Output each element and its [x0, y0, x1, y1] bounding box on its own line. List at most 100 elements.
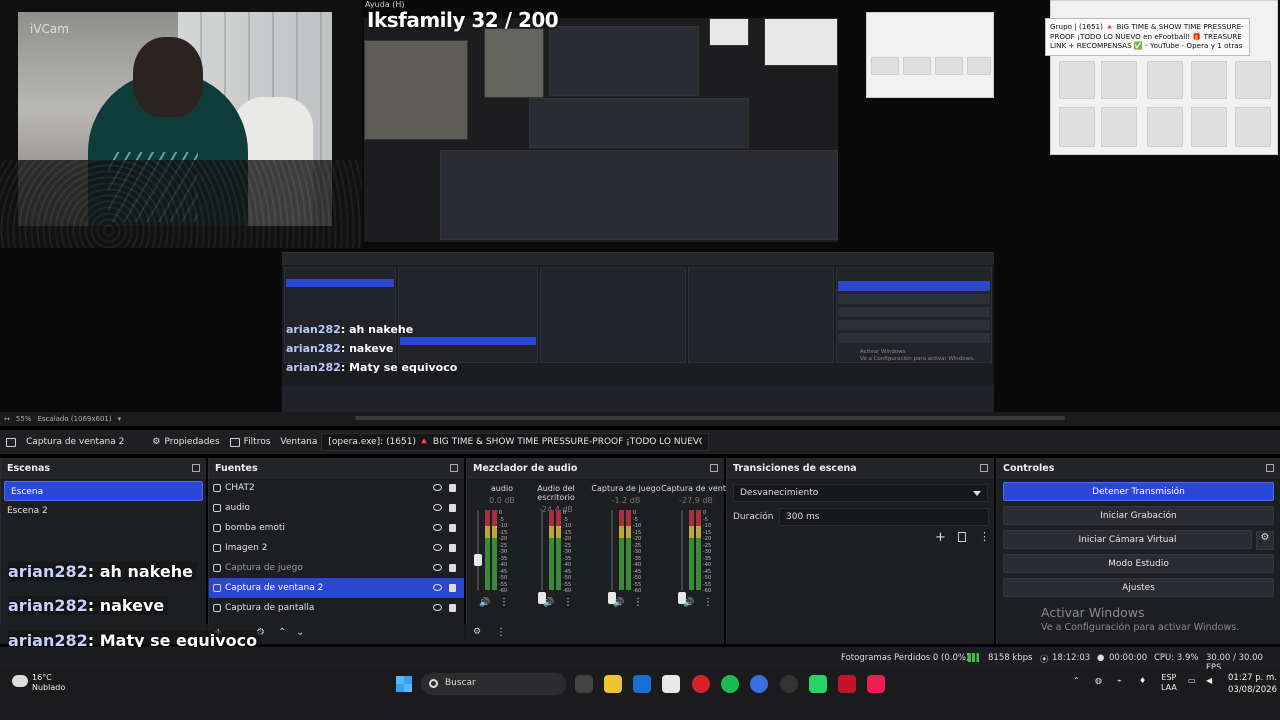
volume-fader-knob[interactable] [474, 554, 482, 566]
chevron-up-icon[interactable]: ⌃ [1073, 676, 1080, 685]
lock-icon[interactable] [449, 584, 456, 592]
volume-icon[interactable]: ◀ [1206, 676, 1212, 685]
chevron-down-icon [973, 491, 981, 496]
eye-icon[interactable] [433, 564, 442, 571]
zoom-level[interactable]: 55% [16, 415, 32, 423]
properties-button[interactable]: ⚙ Propiedades [152, 437, 219, 447]
dock-popout-icon[interactable] [710, 464, 718, 472]
move-down-icon[interactable]: ⌄ [296, 627, 304, 638]
speaker-icon[interactable]: 🔊 [543, 598, 554, 608]
virtual-camera-settings-icon[interactable]: ⚙ [1256, 531, 1274, 550]
weather-widget[interactable]: 16°C Nublado [10, 673, 65, 693]
chevron-down-icon[interactable]: ▾ [118, 415, 122, 423]
eye-icon[interactable] [433, 544, 442, 551]
source-item[interactable]: Imagen 2 [209, 538, 464, 558]
level-meter [626, 510, 631, 590]
scale-mode[interactable]: Escalado (1069x601) [37, 415, 111, 423]
monitor-icon[interactable]: ▭ [1188, 676, 1196, 685]
channel-more-icon[interactable]: ⋮ [563, 597, 573, 608]
sources-title: Fuentes [209, 458, 464, 478]
microphone-icon[interactable]: ♦ [1139, 676, 1146, 685]
store-icon[interactable] [662, 675, 680, 693]
source-item[interactable]: CHAT2 [209, 478, 464, 498]
channel-more-icon[interactable]: ⋮ [499, 597, 509, 608]
obs-desktop: iVCam Ayuda (H) Iksfamily 32 / 200 Grupo… [0, 0, 1280, 720]
live-icon: ⦿ [1040, 655, 1049, 665]
tiktok-icon[interactable] [867, 675, 885, 693]
volume-fader[interactable] [611, 510, 613, 590]
scene-item[interactable]: Escena [4, 481, 203, 501]
source-item[interactable]: Captura de pantalla [209, 598, 464, 618]
source-item[interactable]: Captura de ventana 2 [209, 578, 464, 598]
dock-popout-icon[interactable] [192, 464, 200, 472]
lock-icon[interactable] [449, 604, 456, 612]
taskbar-clock[interactable]: 01:27 p. m. 03/08/2026 [1228, 672, 1277, 696]
eye-icon[interactable] [433, 524, 442, 531]
filters-button[interactable]: Filtros [229, 437, 270, 447]
more-icon[interactable]: ⋮ [979, 530, 990, 543]
lock-icon[interactable] [449, 484, 456, 492]
volume-fader[interactable] [477, 510, 479, 590]
duration-input[interactable]: 300 ms [779, 508, 989, 526]
level-meter [549, 510, 554, 590]
speaker-icon[interactable]: 🔊 [613, 598, 624, 608]
mixer-more-icon[interactable]: ⋮ [496, 627, 506, 638]
volume-fader[interactable] [681, 510, 683, 590]
vpn-icon[interactable]: ◍ [1095, 676, 1102, 685]
preview-canvas[interactable]: iVCam Ayuda (H) Iksfamily 32 / 200 Grupo… [0, 0, 1280, 412]
whatsapp-icon[interactable] [809, 675, 827, 693]
eye-icon[interactable] [433, 584, 442, 591]
window-capture-icon [6, 437, 16, 447]
transition-select[interactable]: Desvanecimiento [733, 484, 988, 502]
start-recording-button[interactable]: Iniciar Grabación [1003, 506, 1274, 525]
dropped-frames: Fotogramas Perdidos 0 (0.0%) [841, 653, 970, 663]
eye-icon[interactable] [433, 484, 442, 491]
move-up-icon[interactable]: ⌃ [278, 627, 286, 638]
mixer-advanced-icon[interactable]: ⚙ [473, 627, 481, 637]
channel-more-icon[interactable]: ⋮ [633, 597, 643, 608]
network-off-icon[interactable]: ⌁ [1117, 676, 1122, 685]
studio-mode-button[interactable]: Modo Estudio [1003, 554, 1274, 573]
chrome-icon[interactable] [750, 675, 768, 693]
source-item[interactable]: bomba emoti [209, 518, 464, 538]
lock-icon[interactable] [449, 564, 456, 572]
outlook-icon[interactable] [633, 675, 651, 693]
channel-more-icon[interactable]: ⋮ [703, 597, 713, 608]
lock-icon[interactable] [449, 524, 456, 532]
stop-stream-button[interactable]: Detener Transmisión [1003, 482, 1274, 501]
lock-icon[interactable] [449, 504, 456, 512]
volume-fader[interactable] [541, 510, 543, 590]
settings-button[interactable]: Ajustes [1003, 578, 1274, 597]
window-select[interactable]: [opera.exe]: (1651) 🔺 BIG TIME & SHOW TI… [321, 433, 710, 451]
dock-popout-icon[interactable] [1266, 464, 1274, 472]
preview-scrollbar[interactable] [355, 416, 1065, 420]
gamepad-icon [213, 564, 221, 572]
taskbar-search[interactable]: Buscar [421, 673, 566, 695]
dock-popout-icon[interactable] [980, 464, 988, 472]
dock-popout-icon[interactable] [450, 464, 458, 472]
speaker-icon[interactable]: 🔊 [683, 598, 694, 608]
windows-start-icon[interactable] [396, 676, 412, 692]
add-transition-icon[interactable]: + [935, 530, 946, 545]
start-virtual-camera-button[interactable]: Iniciar Cámara Virtual [1003, 530, 1252, 549]
file-explorer-icon[interactable] [604, 675, 622, 693]
rec-time: 00:00:00 [1109, 653, 1148, 663]
meter-ticks: 0 -5 -10 -15 -20 -25 -30 -35 -40 -45 -50 -55 -60 [499, 510, 508, 594]
eye-icon[interactable] [433, 504, 442, 511]
lock-icon[interactable] [449, 544, 456, 552]
trash-icon[interactable] [958, 532, 966, 542]
resize-handle-icon[interactable]: ↔ [4, 415, 10, 423]
monitor-icon [213, 604, 221, 612]
task-view-icon[interactable] [575, 675, 593, 693]
opera-icon[interactable] [692, 675, 710, 693]
inner-activate-line2: Ve a Configuración para activar Windows. [860, 356, 975, 362]
source-item[interactable]: audio [209, 498, 464, 518]
eye-icon[interactable] [433, 604, 442, 611]
spotify-icon[interactable] [721, 675, 739, 693]
obs-icon[interactable] [780, 675, 798, 693]
scene-item[interactable]: Escena 2 [1, 501, 206, 521]
epic-icon[interactable] [838, 675, 856, 693]
language-indicator[interactable]: ESP LAA [1161, 673, 1177, 693]
speaker-icon[interactable]: 🔊 [479, 598, 490, 608]
source-item[interactable]: Captura de juego [209, 558, 464, 578]
